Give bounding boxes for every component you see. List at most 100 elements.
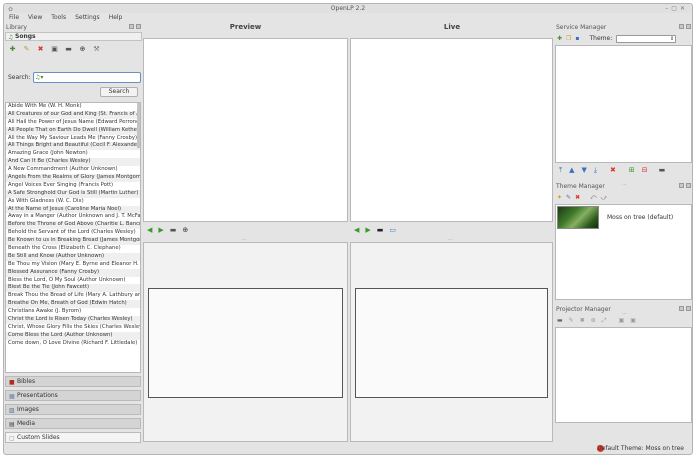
category-media[interactable]: ▤ Media [5,418,141,429]
new-service-icon[interactable]: ✚ [557,35,562,42]
expand-projector-icon[interactable]: ⤢ [602,317,607,325]
go-live-icon[interactable]: ▬ [659,166,666,174]
song-list-scrollbar[interactable] [137,103,140,148]
add-to-service-icon[interactable]: ⊕ [182,226,188,234]
menu-file[interactable]: File [9,13,19,23]
close-icon[interactable] [686,24,691,29]
add-to-service-icon[interactable]: ⊕ [78,45,87,53]
next-slide-icon[interactable]: ▶ [365,226,370,234]
blank-screen-icon[interactable]: ▬ [377,226,384,234]
move-bottom-icon[interactable]: ⤓ [594,166,597,175]
theme-list[interactable]: Moss on tree (default) [555,204,692,300]
song-list-item[interactable]: Breathe On Me, Breath of God (Edwin Hatc… [6,300,140,309]
song-list-item[interactable]: Angels From the Realms of Glory (James M… [6,174,140,182]
song-list-item[interactable]: Christ, Whose Glory Fills the Skies (Cha… [6,324,140,332]
song-list-item[interactable]: All the Way My Saviour Leads Me (Fanny C… [6,135,140,143]
song-list-item[interactable]: A Safe Stronghold Our God is Still (Mart… [6,189,140,198]
search-button[interactable]: Search [100,87,138,97]
float-icon[interactable] [129,24,134,29]
delete-projector-icon[interactable]: ✖ [580,317,585,324]
float-icon[interactable] [679,306,684,311]
edit-projector-icon[interactable]: ✎ [569,317,574,324]
song-list[interactable]: Abide With Me (W. H. Monk) All Creatures … [5,102,141,373]
open-service-icon[interactable]: ❐ [566,35,571,42]
song-list-item[interactable]: Abide With Me (W. H. Monk) [6,103,140,111]
song-list-item[interactable]: Christ the Lord is Risen Today (Charles … [6,316,140,324]
song-list-item[interactable]: Beneath the Cross (Elizabeth C. Clephane… [6,245,140,253]
move-down-icon[interactable]: ▼ [582,166,587,174]
maintenance-icon[interactable]: ⚒ [92,45,101,53]
go-live-icon[interactable]: ▬ [64,45,73,53]
song-list-item[interactable]: And Can It Be (Charles Wesley) [6,158,140,167]
song-list-item[interactable]: As With Gladness (W. C. Dix) [6,198,140,206]
close-icon[interactable] [136,24,141,29]
move-up-icon[interactable]: ▲ [569,166,574,174]
add-projector-icon[interactable]: ▬ [557,317,563,324]
menu-tools[interactable]: Tools [51,13,66,23]
category-bibles[interactable]: ■ Bibles [5,376,141,387]
go-live-icon[interactable]: ▬ [170,226,177,234]
projector-power-icon[interactable]: ⊛ [591,317,596,324]
edit-theme-icon[interactable]: ✎ [566,194,571,201]
delete-song-icon[interactable]: ✖ [36,45,45,53]
song-list-item[interactable]: Break Thou the Bread of Life (Mary A. La… [6,292,140,300]
projector-source-icon[interactable]: ▣ [619,317,625,324]
song-list-item[interactable]: All Things Bright and Beautiful (Cecil F… [6,142,140,151]
song-list-item[interactable]: A New Commandment (Author Unknown) [6,166,140,174]
menu-settings[interactable]: Settings [75,13,100,23]
song-list-item[interactable]: Come Bless the Lord (Author Unknown) [6,331,140,340]
projector-list[interactable] [555,327,692,423]
previous-slide-icon[interactable]: ◀ [354,226,359,234]
theme-select[interactable]: ⇕ [616,34,677,43]
songs-section-header[interactable]: ♫ Songs [5,32,142,41]
song-list-item[interactable]: Before the Throne of God Above (Charitie… [6,221,140,230]
window-controls[interactable]: –▢✕ [665,4,688,13]
close-icon[interactable]: ✕ [680,5,688,12]
song-list-item[interactable]: Come down, O Love Divine (Richard F. Lit… [6,340,140,348]
delete-item-icon[interactable]: ✖ [610,166,616,174]
menu-view[interactable]: View [28,13,42,23]
preview-slide-list[interactable] [143,38,348,222]
song-list-item[interactable]: Angel Voices Ever Singing (Francis Pott) [6,182,140,190]
previous-slide-icon[interactable]: ◀ [147,226,152,234]
projector-view-icon[interactable]: ▣ [630,317,636,324]
service-list[interactable] [555,45,692,163]
song-list-item[interactable]: Away in a Manger (Author Unknown and J. … [6,213,140,221]
song-list-item[interactable]: Bless the Lord, O My Soul (Author Unknow… [6,277,140,285]
import-theme-icon[interactable]: ⤺ [590,194,596,202]
export-theme-icon[interactable]: ⤻ [601,194,607,202]
close-icon[interactable] [686,183,691,188]
song-list-item[interactable]: All People That on Earth Do Dwell (Willi… [6,126,140,135]
new-song-icon[interactable]: ✚ [8,45,17,53]
close-icon[interactable] [686,306,691,311]
song-list-item[interactable]: Be Still and Know (Author Unknown) [6,252,140,261]
song-list-item[interactable]: Behold the Servant of the Lord (Charles … [6,229,140,237]
live-slide-list[interactable] [350,38,553,222]
new-theme-icon[interactable]: ✦ [557,194,562,201]
menu-help[interactable]: Help [109,13,123,23]
edit-song-icon[interactable]: ✎ [22,45,31,53]
save-service-icon[interactable]: ▪ [575,35,579,42]
float-icon[interactable] [679,24,684,29]
search-type-dropdown-icon[interactable]: ♫▾ [35,74,48,81]
search-field[interactable]: ♫▾ [33,72,141,83]
search-input[interactable] [49,73,139,82]
song-list-item[interactable]: Blest Be the Tie (John Fawcett) [6,284,140,293]
expand-icon[interactable]: ⊞ [629,166,635,174]
theme-item[interactable]: Moss on tree (default) [556,205,691,230]
desktop-icon[interactable]: ▭ [389,226,396,234]
category-custom-slides[interactable]: ▢ Custom Slides [5,432,141,443]
delete-theme-icon[interactable]: ✖ [575,194,580,201]
maximize-icon[interactable]: ▢ [671,5,680,12]
song-list-item[interactable]: Be Known to us in Breaking Bread (James … [6,237,140,246]
song-list-item[interactable]: Be Thou my Vision (Mary E. Byrne and Ele… [6,261,140,269]
song-list-item[interactable]: All Creatures of our God and King (St. F… [6,110,140,119]
next-slide-icon[interactable]: ▶ [158,226,163,234]
song-list-item[interactable]: All Hail the Power of Jesus Name (Edward… [6,119,140,127]
move-top-icon[interactable]: ⤒ [559,166,562,175]
category-images[interactable]: ▨ Images [5,404,141,415]
category-presentations[interactable]: ▦ Presentations [5,390,141,401]
song-list-item[interactable]: At the Name of Jesus (Caroline Maria Noe… [6,205,140,214]
float-icon[interactable] [679,183,684,188]
song-list-item[interactable]: Amazing Grace (John Newton) [6,150,140,158]
